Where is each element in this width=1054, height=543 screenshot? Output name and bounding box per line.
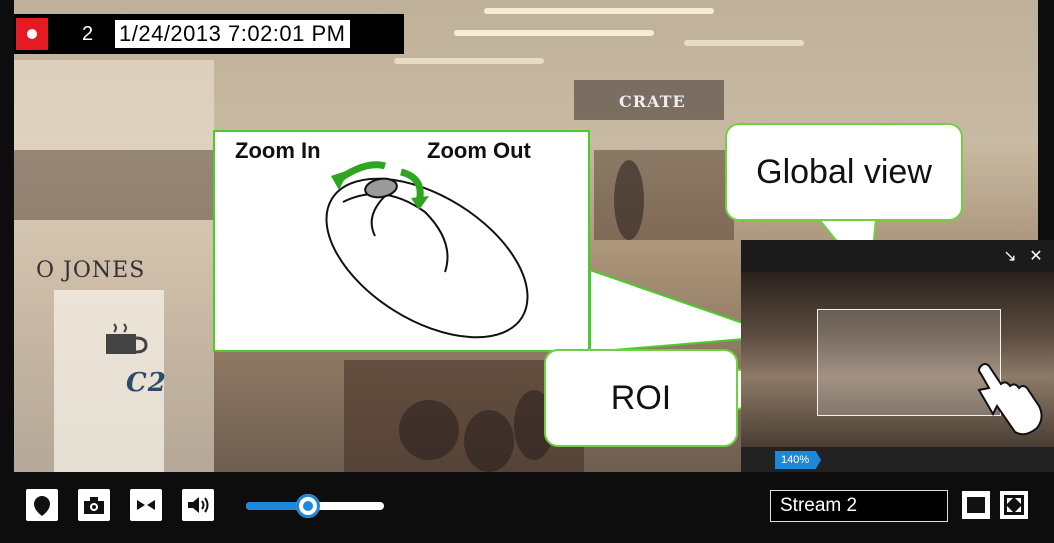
control-bar: Stream 2	[14, 480, 1038, 535]
fullscreen-button[interactable]	[998, 489, 1030, 521]
callout-global-view: Global view	[725, 123, 963, 221]
global-view-image[interactable]	[741, 272, 1054, 447]
stream-select[interactable]: Stream 2	[770, 490, 948, 522]
zoom-help-panel: Zoom In Zoom Out	[213, 130, 590, 352]
global-view-footer: 140%	[741, 447, 1054, 472]
speaker-icon	[188, 497, 209, 513]
mouse-icon	[325, 161, 529, 339]
camera-icon	[84, 497, 104, 514]
volume-slider[interactable]	[246, 494, 384, 518]
callout-global-view-text: Global view	[756, 153, 932, 191]
pin-button[interactable]	[26, 489, 58, 521]
snapshot-button[interactable]	[78, 489, 110, 521]
global-view-window: ↘ ✕ 140%	[741, 240, 1054, 472]
viewer: O JONES CRATE C2 2 1/24/2013 7:02:01 PM …	[0, 0, 1054, 543]
fit-screen-button[interactable]	[960, 489, 992, 521]
callout-roi-text: ROI	[610, 379, 672, 417]
callout-roi: ROI	[544, 349, 738, 447]
zoom-level-badge: 140%	[775, 451, 822, 469]
frame-icon	[962, 491, 990, 519]
fullscreen-icon	[1000, 491, 1028, 519]
audio-button[interactable]	[182, 489, 214, 521]
global-view-header: ↘ ✕	[741, 240, 1054, 272]
hand-pointer-icon	[977, 363, 1043, 436]
close-icon[interactable]: ✕	[1024, 244, 1048, 268]
pin-icon	[34, 496, 50, 516]
minimize-icon[interactable]: ↘	[998, 244, 1022, 268]
volume-slider-handle[interactable]	[296, 494, 321, 518]
digital-zoom-button[interactable]	[130, 489, 162, 521]
fit-window-icon	[137, 500, 155, 510]
